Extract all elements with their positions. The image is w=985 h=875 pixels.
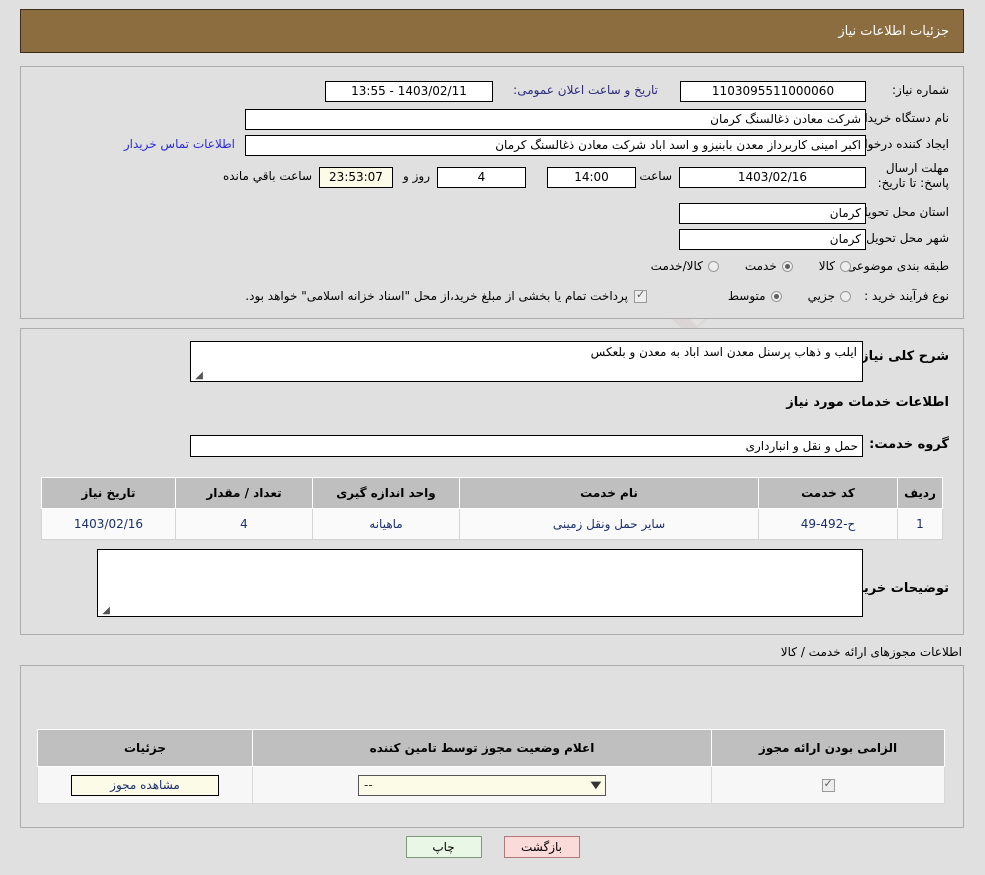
radio-process-jozi[interactable]: جزیي: [808, 289, 851, 303]
resize-grip-icon[interactable]: ◢: [194, 371, 203, 381]
buyer-org-label: نام دستگاه خریدار:: [854, 111, 950, 125]
deadline-date-value: 1403/02/16: [679, 167, 866, 188]
cell-quantity: 4: [175, 508, 313, 540]
th-unit: واحد اندازه گیری: [312, 477, 460, 509]
remaining-days-value: 4: [437, 167, 526, 188]
cell-license-details: مشاهده مجوز: [37, 766, 253, 804]
deadline-time-value: 14:00: [547, 167, 636, 188]
need-number-value: 1103095511000060: [680, 81, 866, 102]
cell-need-date: 1403/02/16: [41, 508, 176, 540]
subject-category-label: طبقه بندی موضوعی:: [842, 259, 949, 273]
deadline-hour-label: ساعت: [639, 169, 672, 183]
cell-license-required: [711, 766, 945, 804]
table-header-row: ردیف کد خدمت نام خدمت واحد اندازه گیری ت…: [41, 477, 943, 509]
radio-icon-khedmat: [781, 260, 793, 272]
need-number-label: شماره نیاز:: [892, 83, 949, 97]
delivery-province-label: استان محل تحویل:: [854, 205, 949, 219]
request-creator-value: اکبر امینی کاربرداز معدن بابنیزو و اسد ا…: [245, 135, 866, 156]
cell-license-status: ▼ --: [252, 766, 712, 804]
subject-category-radios: کالا خدمت کالا/خدمت: [651, 259, 851, 273]
licenses-row: ▼ -- مشاهده مجوز: [37, 766, 945, 804]
radio-category-kala-khedmat[interactable]: کالا/خدمت: [651, 259, 719, 273]
page-title: جزئیات اطلاعات نیاز: [838, 23, 949, 39]
announce-datetime-label: تاریخ و ساعت اعلان عمومی:: [513, 83, 658, 97]
service-details-panel: شرح کلی نیاز: ایلب و ذهاب پرسنل معدن اسد…: [20, 328, 964, 635]
cell-service-name: سایر حمل ونقل زمینی: [459, 508, 759, 540]
licenses-header-row: الزامی بودن ارائه مجوز اعلام وضعیت مجوز …: [37, 729, 945, 767]
back-button[interactable]: بازگشت: [503, 836, 580, 858]
page-title-bar: جزئیات اطلاعات نیاز: [20, 9, 964, 53]
general-need-value: ایلب و ذهاب پرسنل معدن اسد اباد به معدن …: [590, 345, 857, 359]
th-need-date: تاریخ نیاز: [41, 477, 176, 509]
licenses-panel: الزامی بودن ارائه مجوز اعلام وضعیت مجوز …: [20, 665, 964, 828]
radio-icon-kala: [840, 260, 851, 272]
th-license-status: اعلام وضعیت مجوز توسط تامین کننده: [252, 729, 712, 767]
service-group-value: حمل و نقل و انبارداری: [190, 435, 863, 457]
purchase-process-radios: جزیي متوسط: [728, 289, 851, 303]
th-service-name: نام خدمت: [459, 477, 759, 509]
view-license-button[interactable]: مشاهده مجوز: [71, 774, 219, 796]
licenses-table: الزامی بودن ارائه مجوز اعلام وضعیت مجوز …: [37, 729, 945, 804]
print-button[interactable]: چاپ: [405, 836, 482, 858]
radio-category-khedmat[interactable]: خدمت: [745, 259, 793, 273]
th-quantity: تعداد / مقدار: [175, 477, 313, 509]
need-info-panel: شماره نیاز: 1103095511000060 تاریخ و ساع…: [20, 66, 964, 319]
licenses-section-note: اطلاعات مجوزهای ارائه خدمت / کالا: [780, 645, 962, 659]
chevron-down-icon: ▼: [590, 779, 602, 791]
delivery-city-label: شهر محل تحویل:: [862, 231, 949, 245]
service-group-label: گروه خدمت:: [869, 437, 949, 452]
license-status-select[interactable]: ▼ --: [358, 774, 606, 796]
cell-service-code: ح-492-49: [758, 508, 898, 540]
radio-process-motavaset[interactable]: متوسط: [728, 289, 782, 303]
general-need-label: شرح کلی نیاز:: [855, 349, 949, 364]
buyer-notes-textarea[interactable]: ◢: [97, 549, 863, 617]
license-status-value: --: [364, 778, 373, 792]
general-need-textarea[interactable]: ایلب و ذهاب پرسنل معدن اسد اباد به معدن …: [190, 341, 863, 382]
remaining-time-label: ساعت باقي مانده: [222, 169, 312, 183]
footer-actions: بازگشت چاپ: [0, 832, 985, 862]
services-heading: اطلاعات خدمات مورد نیاز: [786, 395, 949, 410]
th-license-required: الزامی بودن ارائه مجوز: [711, 729, 945, 767]
radio-icon-jozi: [840, 290, 851, 302]
th-row-no: ردیف: [897, 477, 943, 509]
buyer-contact-link[interactable]: اطلاعات تماس خریدار: [124, 137, 235, 151]
buyer-org-value: شرکت معادن ذغالسنگ کرمان: [245, 109, 866, 130]
delivery-province-value: کرمان: [679, 203, 866, 224]
treasury-docs-note: پرداخت تمام یا بخشی از مبلغ خرید،از محل …: [245, 289, 628, 303]
resize-grip-icon-notes[interactable]: ◢: [101, 606, 110, 616]
delivery-city-value: کرمان: [679, 229, 866, 250]
radio-category-kala[interactable]: کالا: [819, 259, 851, 273]
th-license-details: جزئیات: [37, 729, 253, 767]
response-deadline-label: مهلت ارسال پاسخ: تا تاریخ:: [877, 161, 949, 190]
th-service-code: کد خدمت: [758, 477, 898, 509]
radio-icon-motavaset: [770, 290, 782, 302]
service-table: ردیف کد خدمت نام خدمت واحد اندازه گیری ت…: [41, 477, 943, 540]
radio-icon-kala-khedmat: [707, 260, 719, 272]
license-required-checkbox: [821, 777, 835, 792]
cell-row-no: 1: [897, 508, 943, 540]
treasury-docs-checkbox[interactable]: [634, 288, 647, 303]
purchase-process-label: نوع فرآیند خرید :: [864, 289, 949, 303]
cell-unit: ماهیانه: [312, 508, 460, 540]
announce-datetime-value: 1403/02/11 - 13:55: [325, 81, 493, 102]
remaining-days-label: روز و: [403, 169, 430, 183]
remaining-time-value: 23:53:07: [319, 167, 393, 188]
table-row: 1 ح-492-49 سایر حمل ونقل زمینی ماهیانه 4…: [41, 508, 943, 540]
